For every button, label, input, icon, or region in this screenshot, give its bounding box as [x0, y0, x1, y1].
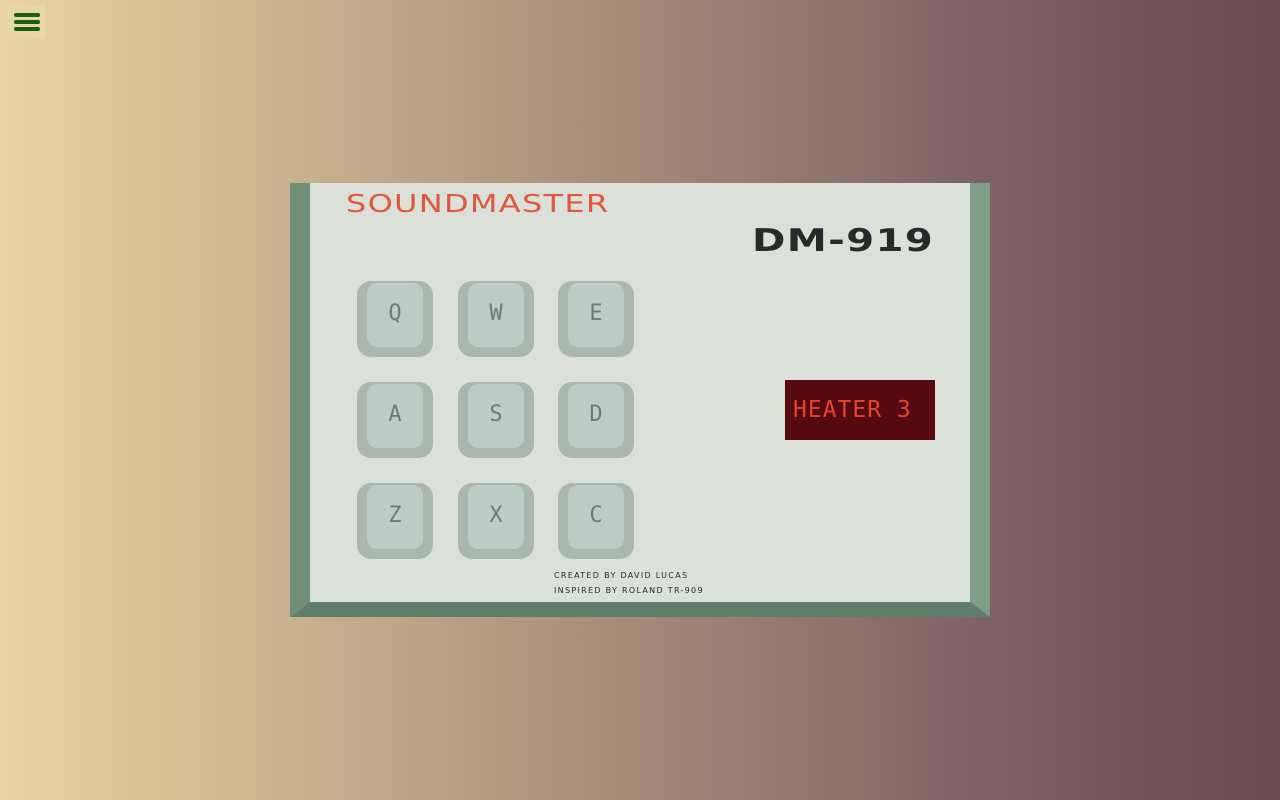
device-bevel-bottom [290, 602, 990, 617]
drum-pad-a[interactable]: A [357, 382, 433, 458]
hamburger-menu-icon-bar [14, 20, 40, 24]
drum-pad-label: X [468, 485, 524, 549]
hamburger-menu-icon [14, 13, 40, 17]
credit-author: CREATED BY DAVID LUCAS [554, 571, 689, 580]
drum-pad-label: E [568, 283, 624, 347]
model-name: DM-919 [751, 223, 934, 259]
drum-pad-label: S [468, 384, 524, 448]
credit-inspiration: INSPIRED BY ROLAND TR-909 [554, 586, 704, 595]
device-face: SOUNDMASTER DM-919 Q W E A S D Z X C HEA… [310, 183, 970, 602]
menu-button[interactable] [8, 5, 46, 39]
drum-pad-label: W [468, 283, 524, 347]
drum-pad-d[interactable]: D [558, 382, 634, 458]
drum-pad-label: D [568, 384, 624, 448]
drum-pad-s[interactable]: S [458, 382, 534, 458]
drum-pad-w[interactable]: W [458, 281, 534, 357]
drum-pad-c[interactable]: C [558, 483, 634, 559]
drum-pad-q[interactable]: Q [357, 281, 433, 357]
device-bevel-left [290, 183, 310, 617]
drum-pad-label: Z [367, 485, 423, 549]
drum-pad-z[interactable]: Z [357, 483, 433, 559]
drum-machine: SOUNDMASTER DM-919 Q W E A S D Z X C HEA… [290, 183, 990, 617]
drum-pad-e[interactable]: E [558, 281, 634, 357]
drum-pad-x[interactable]: X [458, 483, 534, 559]
drum-pad-label: C [568, 485, 624, 549]
drum-pad-label: Q [367, 283, 423, 347]
sound-display: HEATER 3 [785, 380, 935, 440]
hamburger-menu-icon-bar [14, 27, 40, 31]
device-bevel-right [970, 183, 990, 617]
drum-pad-label: A [367, 384, 423, 448]
brand-logo: SOUNDMASTER [346, 189, 610, 218]
